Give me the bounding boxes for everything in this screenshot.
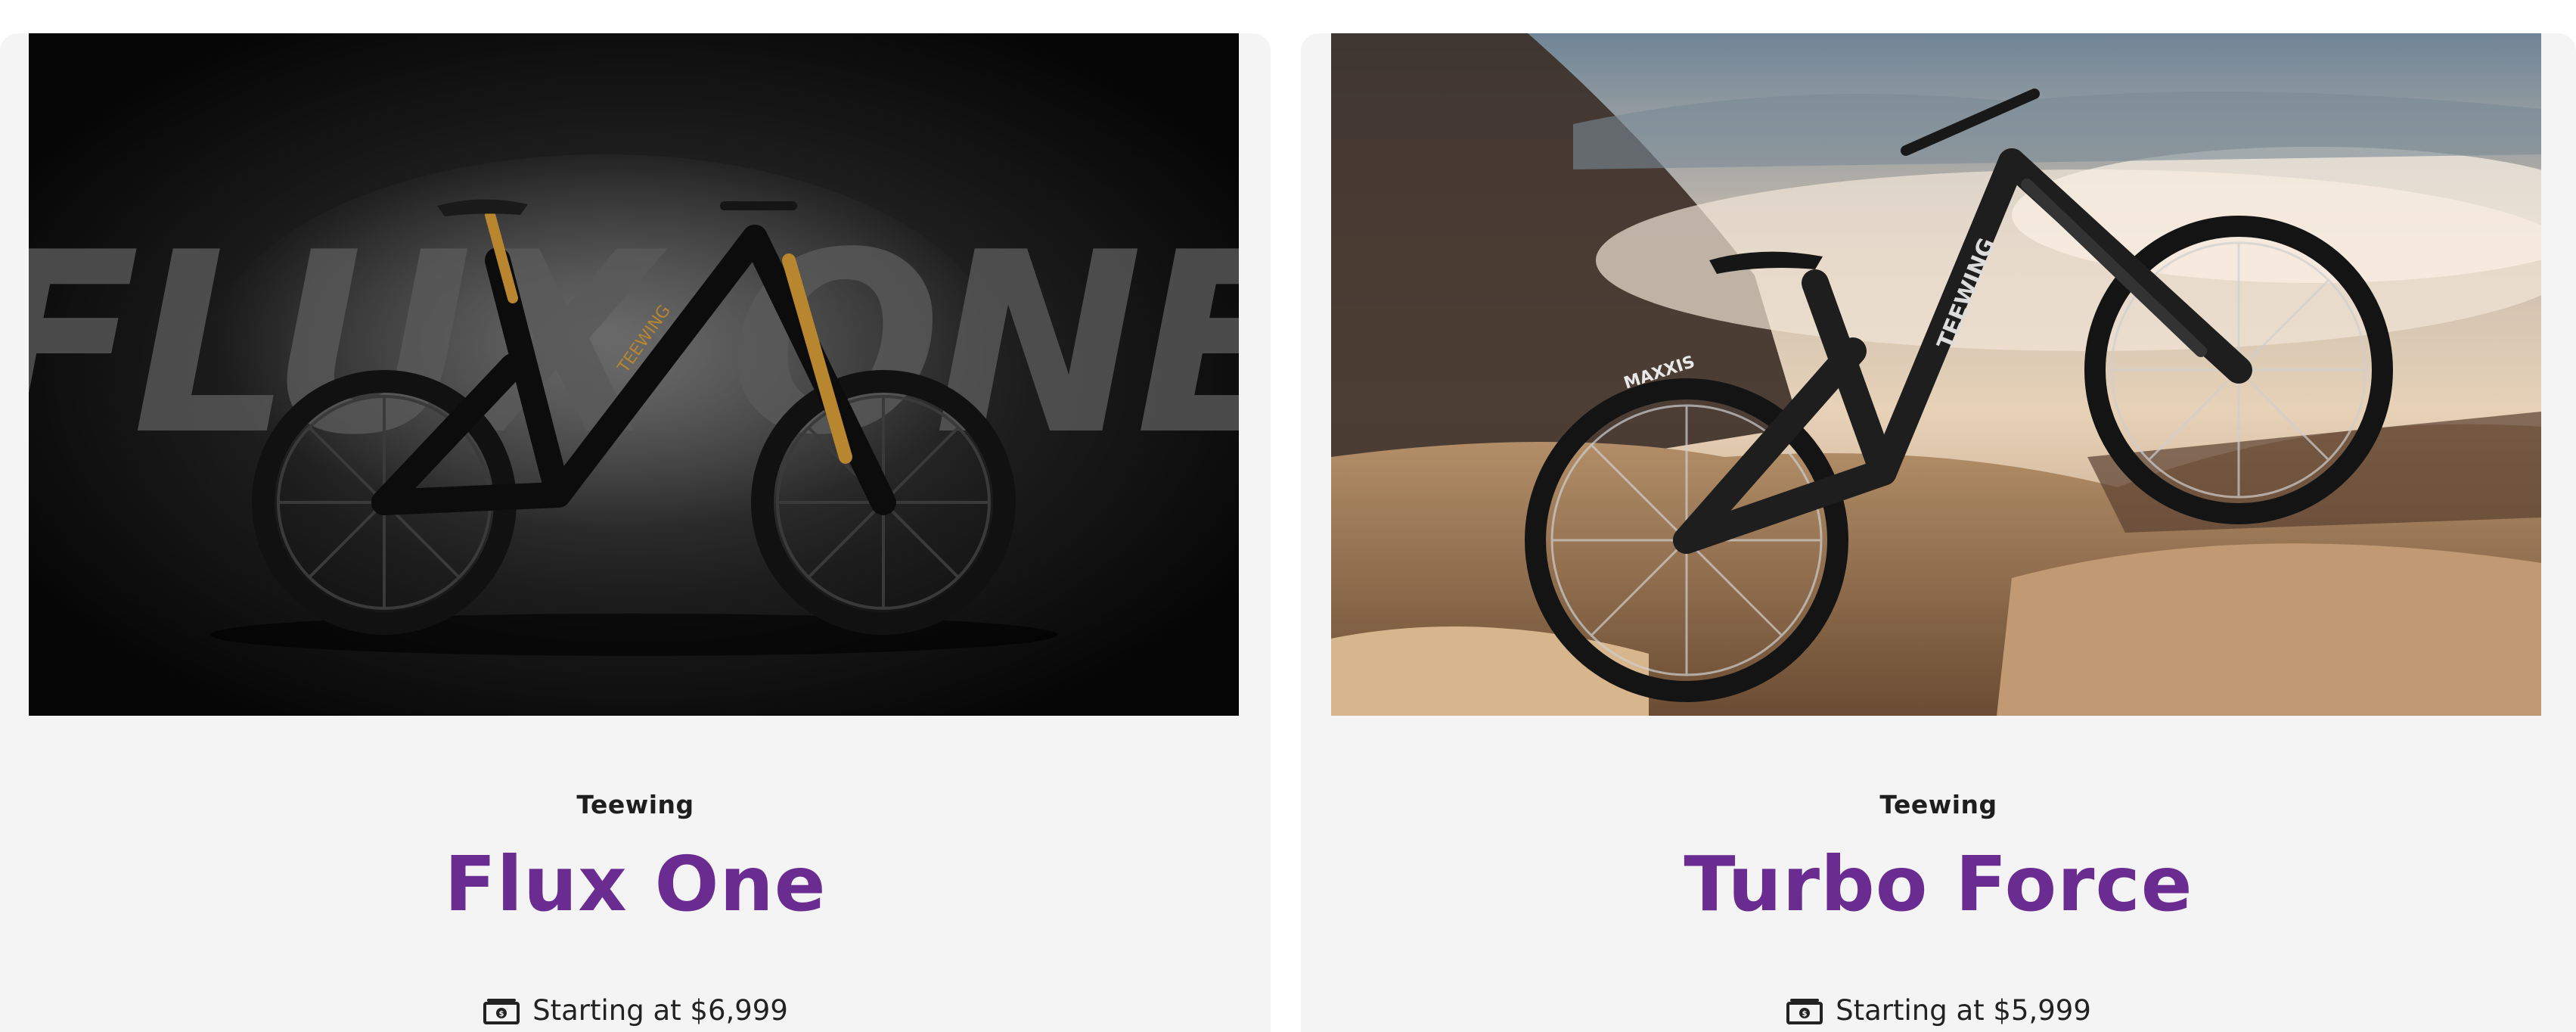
product-brand: Teewing <box>1879 790 1997 819</box>
svg-text:$: $ <box>1802 1010 1808 1018</box>
product-grid: FLUX ONE TEEWING Teewing Flux One $ Star… <box>0 0 2576 1032</box>
bike-photo-flux-one: FLUX ONE TEEWING <box>29 33 1239 716</box>
product-brand: Teewing <box>576 790 694 819</box>
bike-photo-turbo-force: MAXXIS TEEWING <box>1331 33 2541 716</box>
money-icon: $ <box>483 996 520 1026</box>
product-card-flux-one[interactable]: FLUX ONE TEEWING Teewing Flux One $ Star… <box>0 33 1271 1032</box>
product-title[interactable]: Turbo Force <box>1301 835 2576 934</box>
product-title[interactable]: Flux One <box>0 835 1271 934</box>
product-image-turbo-force[interactable]: MAXXIS TEEWING <box>1331 33 2541 716</box>
product-image-flux-one[interactable]: FLUX ONE TEEWING <box>29 33 1239 716</box>
product-price-row: $ Starting at $6,999 <box>0 994 1271 1027</box>
product-price-row: $ Starting at $5,999 <box>1301 994 2576 1027</box>
money-icon: $ <box>1786 996 1823 1026</box>
product-card-turbo-force[interactable]: MAXXIS TEEWING Teewing Turbo Force $ Sta… <box>1301 33 2576 1032</box>
product-price: Starting at $6,999 <box>532 994 788 1027</box>
svg-text:$: $ <box>499 1010 504 1018</box>
product-price: Starting at $5,999 <box>1836 994 2091 1027</box>
